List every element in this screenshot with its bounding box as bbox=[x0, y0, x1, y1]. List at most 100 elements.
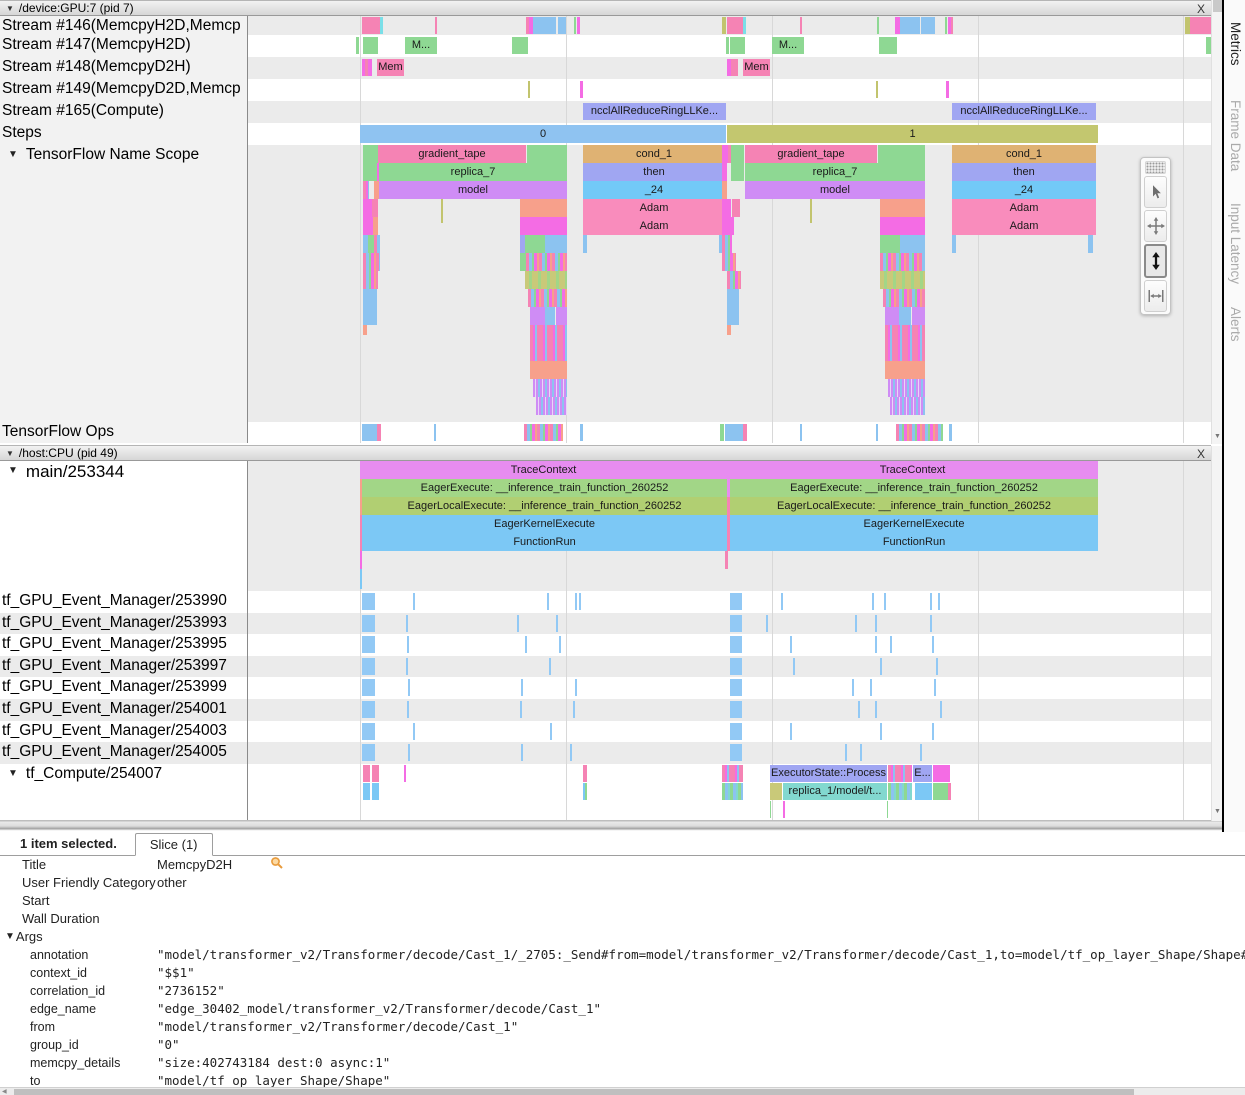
trace-event[interactable]: model bbox=[745, 181, 925, 199]
tab-input-latency[interactable]: Input Latency bbox=[1228, 203, 1243, 284]
trace-event[interactable]: TraceContext bbox=[727, 461, 1098, 479]
tab-slice[interactable]: Slice (1) bbox=[135, 833, 213, 856]
tab-frame-data[interactable]: Frame Data bbox=[1228, 100, 1243, 171]
trace-event[interactable]: TraceContext bbox=[360, 461, 727, 479]
collapse-arrow-icon[interactable]: ▼ bbox=[6, 449, 14, 458]
trace-event[interactable] bbox=[952, 235, 956, 253]
trace-event[interactable]: Mem bbox=[377, 59, 404, 76]
trace-event[interactable] bbox=[896, 424, 943, 441]
trace-event[interactable] bbox=[362, 744, 375, 761]
trace-event[interactable] bbox=[722, 253, 736, 271]
row-tf-ops-timeline[interactable] bbox=[248, 422, 1211, 443]
trace-event[interactable]: gradient_tape bbox=[745, 145, 877, 163]
trace-event[interactable] bbox=[921, 17, 935, 34]
trace-event[interactable] bbox=[720, 424, 724, 441]
trace-event[interactable] bbox=[413, 593, 415, 610]
tab-metrics[interactable]: Metrics bbox=[1228, 22, 1243, 66]
trace-event[interactable] bbox=[949, 424, 952, 441]
gpu-section-header[interactable]: ▼ /device:GPU:7 (pid 7) X bbox=[0, 0, 1211, 16]
trace-event[interactable]: Adam bbox=[583, 199, 725, 217]
tab-alerts[interactable]: Alerts bbox=[1228, 307, 1243, 342]
trace-event[interactable] bbox=[520, 199, 567, 217]
trace-event[interactable] bbox=[545, 307, 555, 325]
trace-event[interactable] bbox=[356, 37, 359, 54]
row-tf-ops-label[interactable]: TensorFlow Ops bbox=[0, 422, 248, 443]
panel-splitter[interactable] bbox=[0, 820, 1245, 831]
row-stream-148-timeline[interactable]: Mem Mem bbox=[248, 57, 1211, 79]
trace-event[interactable] bbox=[870, 679, 872, 696]
trace-event[interactable] bbox=[374, 235, 380, 253]
trace-event[interactable]: 0 bbox=[360, 125, 726, 143]
trace-event[interactable] bbox=[556, 615, 558, 632]
trace-event[interactable] bbox=[932, 636, 934, 653]
row-name-scope-label[interactable]: ▼TensorFlow Name Scope bbox=[0, 145, 248, 422]
scrollbar-thumb[interactable] bbox=[1213, 0, 1222, 12]
trace-event[interactable] bbox=[770, 801, 771, 818]
trace-event[interactable] bbox=[406, 615, 408, 632]
trace-event[interactable] bbox=[530, 361, 567, 379]
trace-event[interactable] bbox=[583, 765, 587, 782]
trace-event[interactable] bbox=[945, 17, 947, 34]
trace-event[interactable] bbox=[899, 307, 911, 325]
trace-event[interactable]: replica_7 bbox=[379, 163, 567, 181]
horizontal-scrollbar[interactable]: ◀ bbox=[0, 1087, 1245, 1095]
trace-event[interactable] bbox=[790, 723, 792, 740]
trace-event[interactable] bbox=[730, 636, 742, 653]
trace-event[interactable]: gradient_tape bbox=[378, 145, 526, 163]
row-stream-147-timeline[interactable]: M...M... bbox=[248, 35, 1211, 57]
trace-event[interactable]: EagerExecute: __inference_train_function… bbox=[362, 479, 727, 497]
row-main-timeline[interactable]: TraceContextTraceContextEagerExecute: __… bbox=[248, 461, 1211, 591]
trace-event[interactable] bbox=[875, 615, 877, 632]
trace-event[interactable] bbox=[363, 325, 367, 335]
trace-event[interactable] bbox=[362, 636, 375, 653]
trace-event[interactable] bbox=[526, 253, 567, 271]
row-stream-165-label[interactable]: Stream #165(Compute) bbox=[0, 101, 248, 123]
trace-event[interactable] bbox=[525, 636, 527, 653]
trace-event[interactable] bbox=[731, 145, 744, 163]
trace-event[interactable] bbox=[556, 307, 567, 325]
trace-event[interactable]: FunctionRun bbox=[730, 533, 1098, 551]
trace-event[interactable] bbox=[890, 636, 892, 653]
trace-event[interactable] bbox=[790, 636, 792, 653]
trace-event[interactable] bbox=[363, 765, 370, 782]
toolbar-drag-handle[interactable] bbox=[1145, 161, 1166, 174]
trace-event[interactable] bbox=[948, 783, 951, 800]
trace-event[interactable]: replica_1/model/t... bbox=[783, 783, 887, 800]
trace-event[interactable] bbox=[521, 744, 523, 761]
trace-event[interactable] bbox=[722, 765, 743, 782]
trace-event[interactable] bbox=[362, 593, 375, 610]
trace-event[interactable] bbox=[887, 801, 888, 818]
trace-event[interactable] bbox=[875, 636, 877, 653]
row-evt-253993-timeline[interactable] bbox=[248, 613, 1211, 635]
trace-event[interactable] bbox=[530, 307, 545, 325]
row-evt-253995-label[interactable]: tf_GPU_Event_Manager/253995 bbox=[0, 634, 248, 656]
row-evt-254003-label[interactable]: tf_GPU_Event_Manager/254003 bbox=[0, 721, 248, 743]
trace-event[interactable] bbox=[880, 723, 882, 740]
trace-event[interactable] bbox=[360, 551, 362, 569]
trace-event[interactable] bbox=[725, 424, 743, 441]
trace-event[interactable] bbox=[722, 163, 727, 181]
trace-event[interactable] bbox=[372, 783, 379, 800]
timing-tool-button[interactable] bbox=[1144, 280, 1167, 312]
trace-event[interactable] bbox=[362, 658, 375, 675]
trace-event[interactable] bbox=[934, 679, 936, 696]
trace-event[interactable] bbox=[373, 217, 378, 235]
trace-event[interactable] bbox=[888, 783, 912, 800]
row-evt-253993-label[interactable]: tf_GPU_Event_Manager/253993 bbox=[0, 613, 248, 635]
trace-event[interactable] bbox=[800, 17, 802, 34]
trace-event[interactable] bbox=[1206, 37, 1211, 54]
trace-event[interactable] bbox=[879, 37, 897, 54]
collapse-arrow-icon[interactable]: ▼ bbox=[8, 768, 18, 779]
trace-event[interactable] bbox=[408, 744, 410, 761]
trace-event[interactable]: EagerKernelExecute bbox=[362, 515, 727, 533]
scrollbar-thumb[interactable] bbox=[14, 1089, 1134, 1095]
trace-event[interactable] bbox=[930, 615, 932, 632]
trace-event[interactable] bbox=[722, 199, 731, 217]
trace-event[interactable] bbox=[363, 199, 372, 217]
trace-event[interactable] bbox=[730, 593, 742, 610]
trace-event[interactable]: Mem bbox=[743, 59, 770, 76]
trace-event[interactable] bbox=[877, 17, 879, 34]
trace-event[interactable] bbox=[722, 17, 726, 34]
trace-event[interactable] bbox=[890, 397, 925, 415]
trace-event[interactable] bbox=[743, 424, 747, 441]
